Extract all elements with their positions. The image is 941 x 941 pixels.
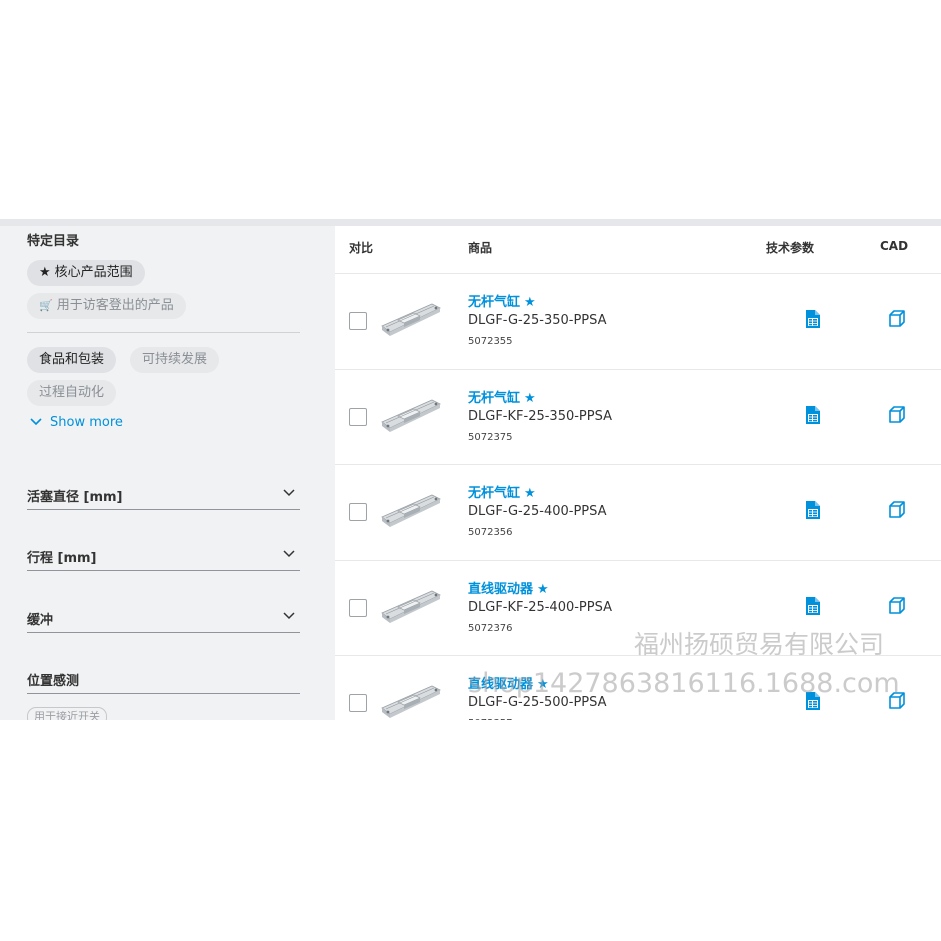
- filter-label: 缓冲: [27, 613, 54, 628]
- chevron-down-icon: [283, 489, 295, 497]
- product-name: 无杆气缸: [468, 390, 521, 406]
- product-code: DLGF-G-25-400-PPSA: [468, 504, 607, 519]
- star-icon: ★: [537, 677, 549, 692]
- header-tech-data: 技术参数: [766, 241, 815, 255]
- product-code: DLGF-KF-25-400-PPSA: [468, 599, 612, 615]
- product-table: 对比 商品 技术参数 CAD 无杆气缸 ★ DLGF-G-25-350-PPSA …: [335, 226, 941, 720]
- datasheet-icon[interactable]: [806, 692, 820, 710]
- catalog-title: 特定目录: [27, 234, 80, 249]
- compare-checkbox[interactable]: [349, 694, 367, 712]
- compare-checkbox[interactable]: [349, 598, 367, 617]
- header-product: 商品: [468, 241, 493, 255]
- product-thumbnail[interactable]: [380, 674, 442, 720]
- product-thumbnail[interactable]: [380, 483, 442, 533]
- product-name-link[interactable]: 直线驱动器 ★: [468, 578, 549, 597]
- compare-checkbox[interactable]: [349, 407, 367, 426]
- product-number: 5072357: [468, 718, 513, 720]
- filter-piston-diameter[interactable]: 活塞直径 [mm]: [27, 483, 300, 510]
- top-separator-bar: [0, 219, 941, 226]
- table-row: 直线驱动器 ★ DLGF-KF-25-400-PPSA 5072376: [335, 559, 941, 656]
- cad-cube-icon[interactable]: [888, 596, 906, 615]
- star-icon: ★: [524, 486, 536, 501]
- chip-guest-products[interactable]: 🛒 用于访客登出的产品: [27, 293, 186, 319]
- datasheet-icon[interactable]: [806, 405, 820, 424]
- cad-cube-icon[interactable]: [888, 310, 906, 328]
- sidebar-divider: [27, 332, 300, 333]
- header-cad: CAD: [880, 239, 909, 253]
- product-code: DLGF-KF-25-350-PPSA: [468, 408, 612, 424]
- product-number: 5072375: [468, 431, 513, 443]
- filter-label: 行程 [mm]: [27, 551, 97, 566]
- header-compare: 对比: [349, 241, 374, 255]
- product-name-link[interactable]: 无杆气缸 ★: [468, 291, 536, 310]
- product-name: 直线驱动器: [468, 581, 534, 597]
- chip-proximity-switch[interactable]: 用于接近开关: [27, 707, 107, 720]
- product-thumbnail[interactable]: [380, 292, 442, 342]
- product-name-link[interactable]: 直线驱动器 ★: [468, 673, 549, 692]
- filter-stroke[interactable]: 行程 [mm]: [27, 544, 300, 571]
- star-icon: ★: [537, 581, 549, 597]
- chevron-down-icon: [283, 550, 295, 558]
- product-number: 5072355: [468, 336, 513, 347]
- star-icon: ★: [524, 390, 536, 406]
- filter-cushioning[interactable]: 缓冲: [27, 606, 300, 633]
- product-name: 直线驱动器: [468, 677, 534, 692]
- chip-label: 核心产品范围: [54, 265, 133, 280]
- show-more-label: Show more: [50, 415, 123, 430]
- category-sustainability[interactable]: 可持续发展: [130, 347, 220, 373]
- filter-position-sensing[interactable]: 位置感测: [27, 667, 300, 694]
- datasheet-icon[interactable]: [806, 596, 820, 615]
- product-name: 无杆气缸: [468, 295, 521, 310]
- datasheet-icon[interactable]: [806, 501, 820, 519]
- product-name-link[interactable]: 无杆气缸 ★: [468, 387, 536, 406]
- compare-checkbox[interactable]: [349, 503, 367, 521]
- star-icon: ★: [39, 265, 51, 280]
- product-number: 5072356: [468, 527, 513, 538]
- filter-label: 位置感测: [27, 674, 80, 689]
- product-number: 5072376: [468, 622, 513, 634]
- cad-cube-icon[interactable]: [888, 405, 906, 424]
- filter-label: 活塞直径 [mm]: [27, 490, 123, 505]
- star-icon: ★: [524, 295, 536, 310]
- datasheet-icon[interactable]: [806, 310, 820, 328]
- product-thumbnail[interactable]: [380, 579, 442, 629]
- table-row: 无杆气缸 ★ DLGF-KF-25-350-PPSA 5072375: [335, 368, 941, 465]
- category-process-automation[interactable]: 过程自动化: [27, 380, 117, 406]
- cad-cube-icon[interactable]: [888, 501, 906, 519]
- chip-core-range[interactable]: ★ 核心产品范围: [27, 260, 145, 286]
- product-code: DLGF-G-25-500-PPSA: [468, 695, 607, 710]
- cad-cube-icon[interactable]: [888, 692, 906, 710]
- table-row: 直线驱动器★ DLGF-G-25-500-PPSA 5072357: [335, 655, 941, 720]
- chevron-down-icon: [283, 612, 295, 620]
- compare-checkbox[interactable]: [349, 312, 367, 330]
- chevron-down-icon: [30, 415, 42, 429]
- product-name: 无杆气缸: [468, 486, 521, 501]
- product-code: DLGF-G-25-350-PPSA: [468, 313, 607, 328]
- product-thumbnail[interactable]: [380, 388, 442, 438]
- filter-sidebar: 特定目录 ★ 核心产品范围 🛒 用于访客登出的产品 食品和包装 可持续发展 过程自动…: [0, 226, 335, 720]
- table-row: 无杆气缸 ★ DLGF-G-25-350-PPSA 5072355: [335, 273, 941, 369]
- chip-label: 用于访客登出的产品: [56, 298, 174, 313]
- table-row: 无杆气缸 ★ DLGF-G-25-400-PPSA 5072356: [335, 464, 941, 560]
- show-more-link[interactable]: Show more: [30, 415, 123, 430]
- category-food-packaging[interactable]: 食品和包装: [27, 347, 117, 373]
- product-name-link[interactable]: 无杆气缸 ★: [468, 482, 536, 501]
- cart-icon: 🛒: [39, 299, 53, 312]
